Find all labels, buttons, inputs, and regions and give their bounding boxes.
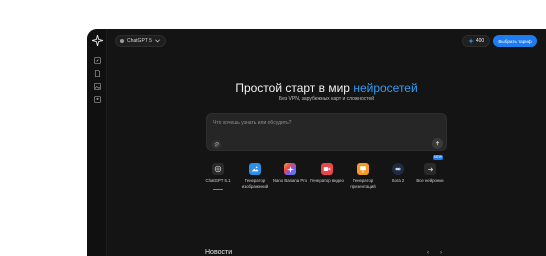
hero-subtitle: Без VPN, зарубежных карт и сложностей: [278, 96, 375, 102]
hero-title-accent: нейросетей: [353, 81, 418, 95]
gallery-icon[interactable]: [93, 82, 101, 90]
tool-image-generator[interactable]: Генератор изображений: [238, 162, 272, 198]
model-dot-icon: [120, 39, 124, 43]
model-selector[interactable]: ChatGPT 5: [115, 35, 166, 47]
nano-banana-icon: [284, 163, 296, 175]
paperclip-icon: [214, 142, 219, 147]
tool-shortcuts: ChatGPT 5.1 Генератор изображений Nano B…: [107, 155, 546, 202]
tool-label: Все нейронки: [416, 178, 444, 183]
send-button[interactable]: [432, 138, 443, 149]
tool-all-models[interactable]: NEW Все нейронки: [413, 155, 447, 198]
prompt-input[interactable]: [213, 119, 413, 127]
video-generator-icon: [321, 163, 333, 175]
news-prev-icon[interactable]: ‹: [427, 250, 432, 256]
sparkle-credit-icon: [467, 38, 474, 44]
credits-count: 400: [475, 38, 485, 44]
model-selector-label: ChatGPT 5: [127, 38, 152, 44]
tool-label: Nano Banana Pro: [272, 178, 308, 183]
app-window: ChatGPT 5 400 Выбрать тариф Простой стар…: [87, 29, 546, 256]
hero-title-text: Простой старт в мир: [235, 81, 354, 95]
news-next-icon[interactable]: ›: [440, 250, 445, 256]
tool-label: ChatGPT 5.1: [205, 178, 231, 183]
credits-badge[interactable]: 400: [462, 35, 490, 47]
chevron-down-icon: [155, 39, 160, 43]
tool-nano-banana[interactable]: Nano Banana Pro: [273, 162, 307, 198]
tool-chatgpt[interactable]: ChatGPT 5.1: [201, 162, 235, 198]
arrow-right-icon: [424, 163, 436, 175]
openai-icon: [212, 163, 224, 175]
arrow-up-icon: [435, 141, 440, 146]
tool-video-generator[interactable]: Генератор видео: [310, 162, 344, 198]
sparkle-logo-icon[interactable]: [90, 33, 104, 47]
main-area: ChatGPT 5 400 Выбрать тариф Простой стар…: [107, 29, 546, 256]
news-heading: Новости: [205, 249, 233, 256]
image-generator-icon: [249, 163, 261, 175]
sidebar: [87, 29, 107, 256]
new-badge: NEW: [433, 155, 443, 160]
sora-icon: [392, 163, 404, 175]
presentation-generator-icon: [357, 163, 369, 175]
active-tool-indicator: [213, 189, 223, 190]
explore-icon[interactable]: [93, 56, 101, 64]
choose-plan-button[interactable]: Выбрать тариф: [493, 35, 537, 47]
prompt-box: [206, 113, 447, 151]
hero-title: Простой старт в мир нейросетей: [107, 81, 546, 95]
attach-button[interactable]: [212, 140, 221, 149]
profile-icon[interactable]: [93, 95, 101, 103]
document-icon[interactable]: [93, 69, 101, 77]
tool-presentation-generator[interactable]: Генератор презентаций: [346, 162, 380, 198]
